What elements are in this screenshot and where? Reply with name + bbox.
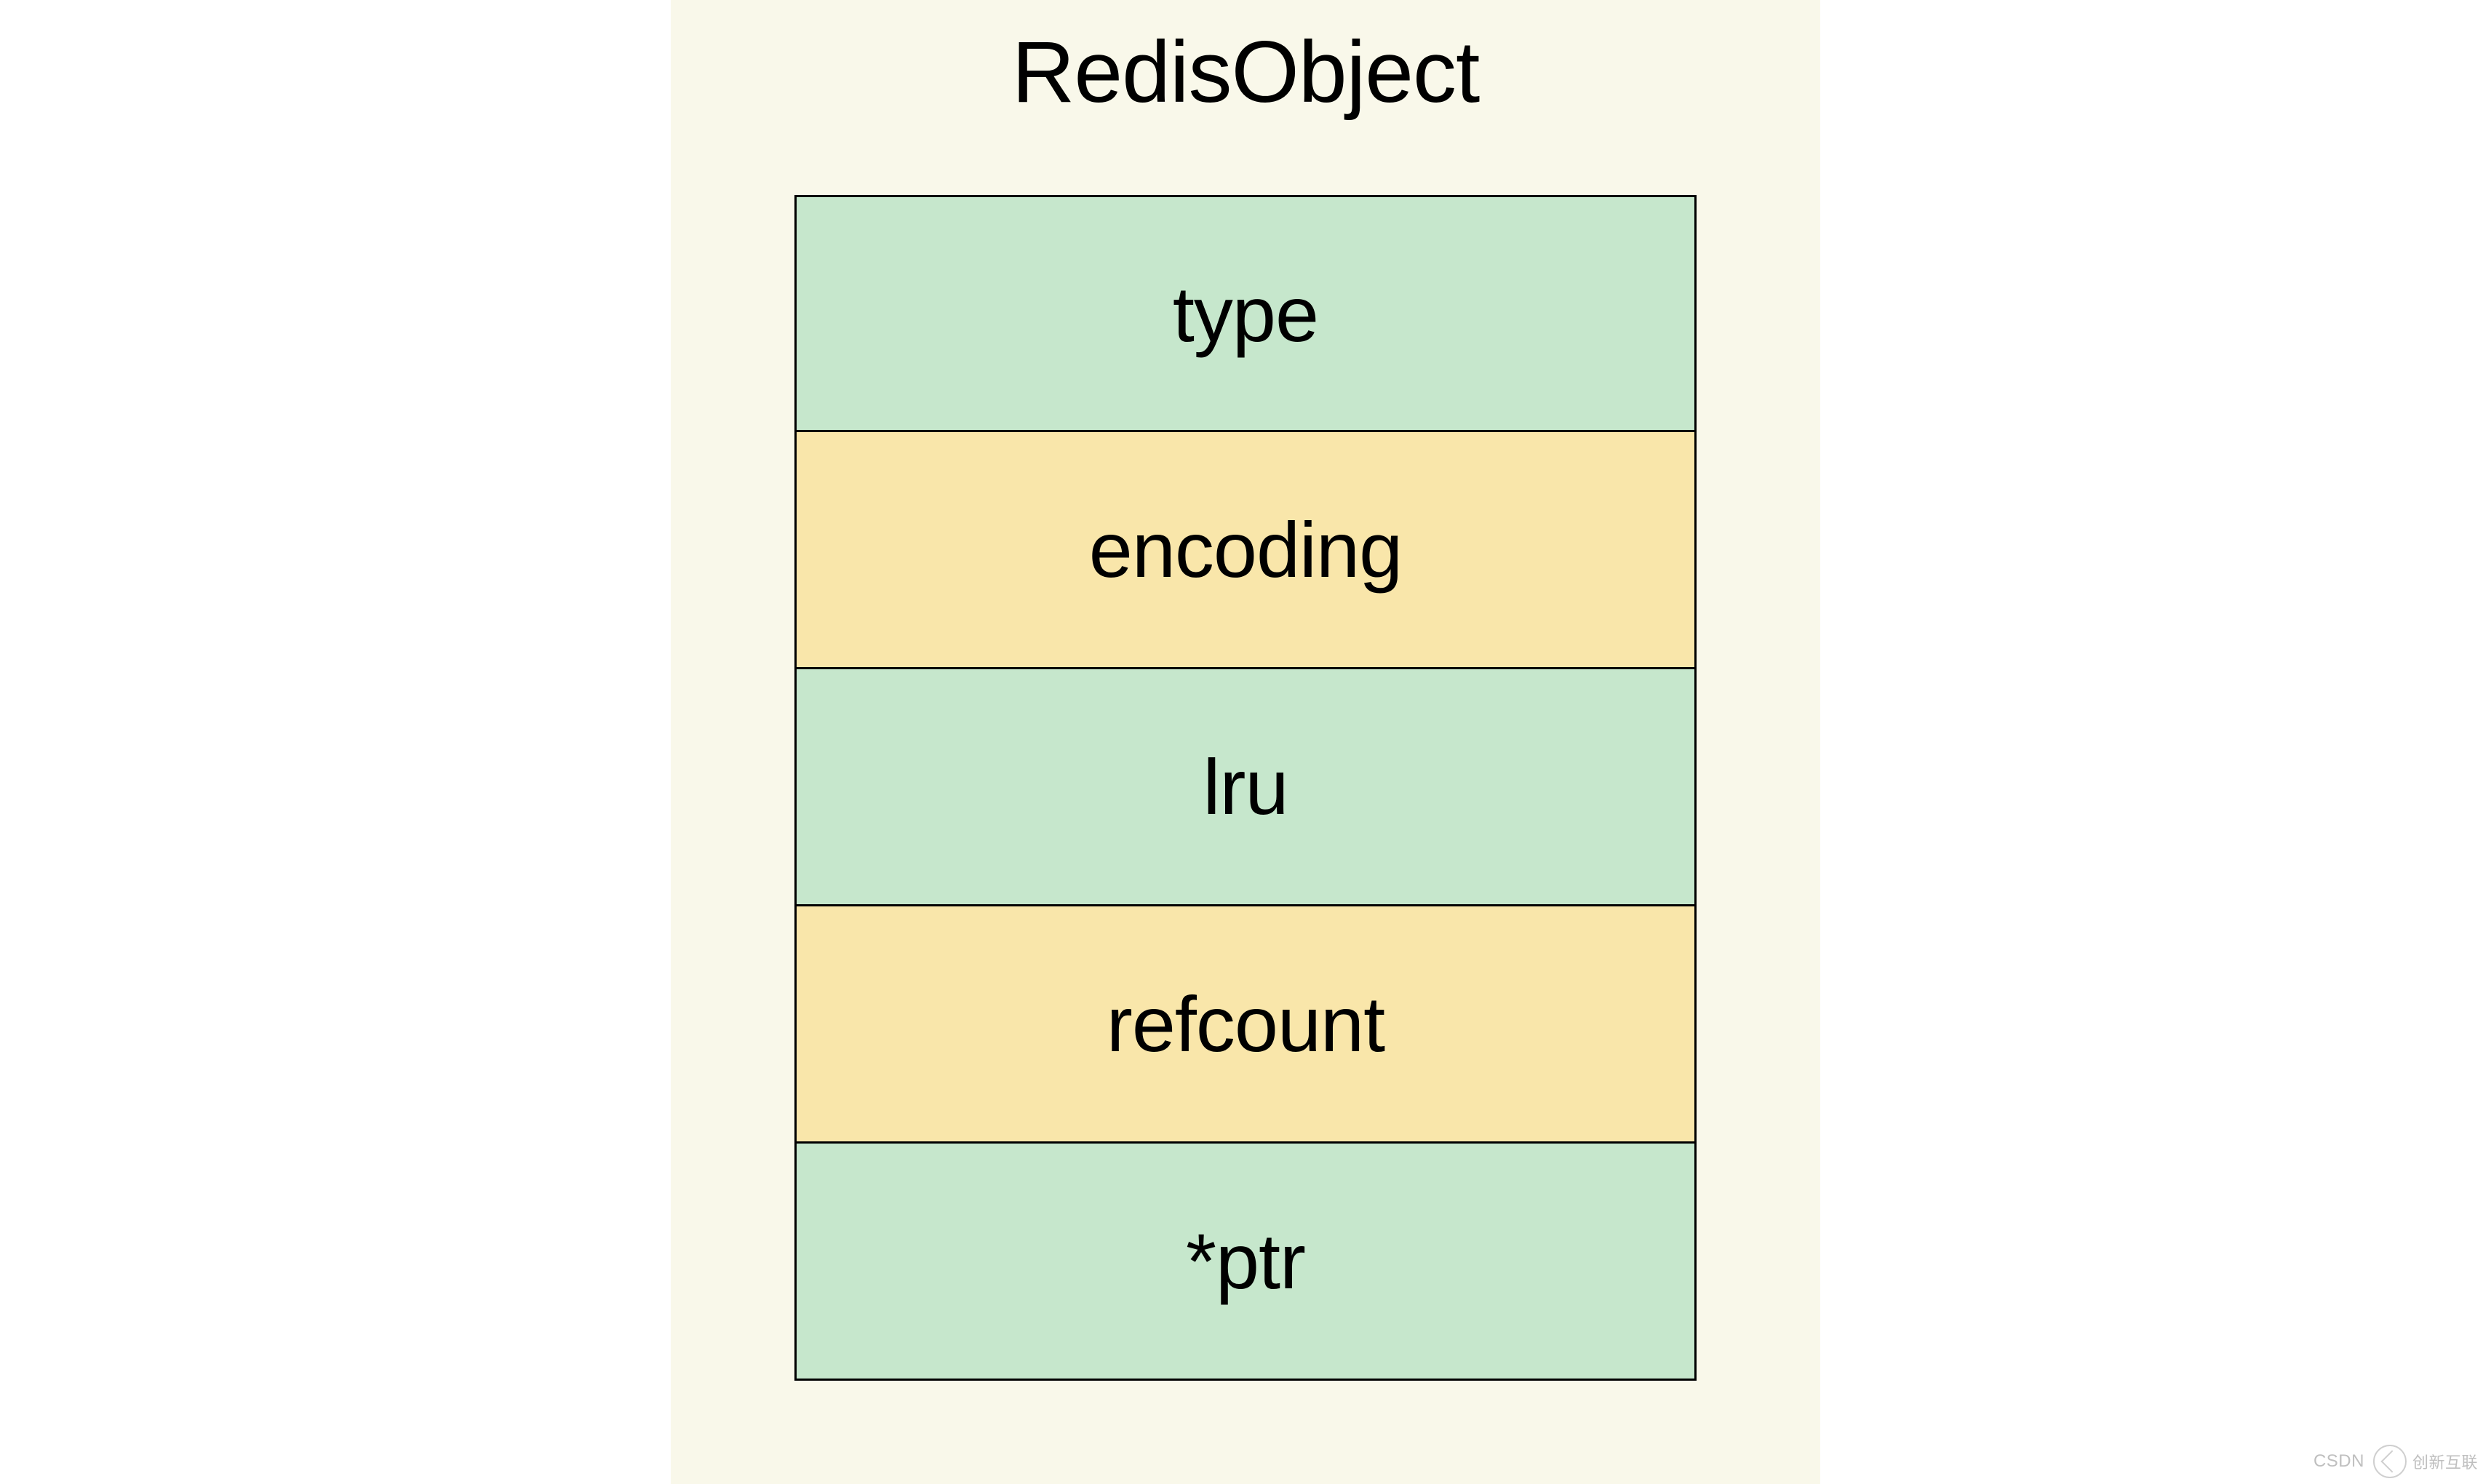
field-lru: lru <box>794 669 1697 906</box>
field-refcount: refcount <box>794 906 1697 1144</box>
field-type: type <box>794 195 1697 432</box>
watermark: CSDN 创新互联 <box>2313 1445 2478 1478</box>
diagram-title: RedisObject <box>1012 22 1480 122</box>
watermark-csdn-text: CSDN <box>2313 1451 2364 1472</box>
watermark-brand-text: 创新互联 <box>2412 1450 2478 1473</box>
field-ptr: *ptr <box>794 1144 1697 1381</box>
field-stack: type encoding lru refcount *ptr <box>794 195 1697 1381</box>
diagram-container: RedisObject type encoding lru refcount *… <box>671 0 1820 1484</box>
field-encoding: encoding <box>794 432 1697 669</box>
watermark-logo-icon <box>2373 1445 2407 1478</box>
